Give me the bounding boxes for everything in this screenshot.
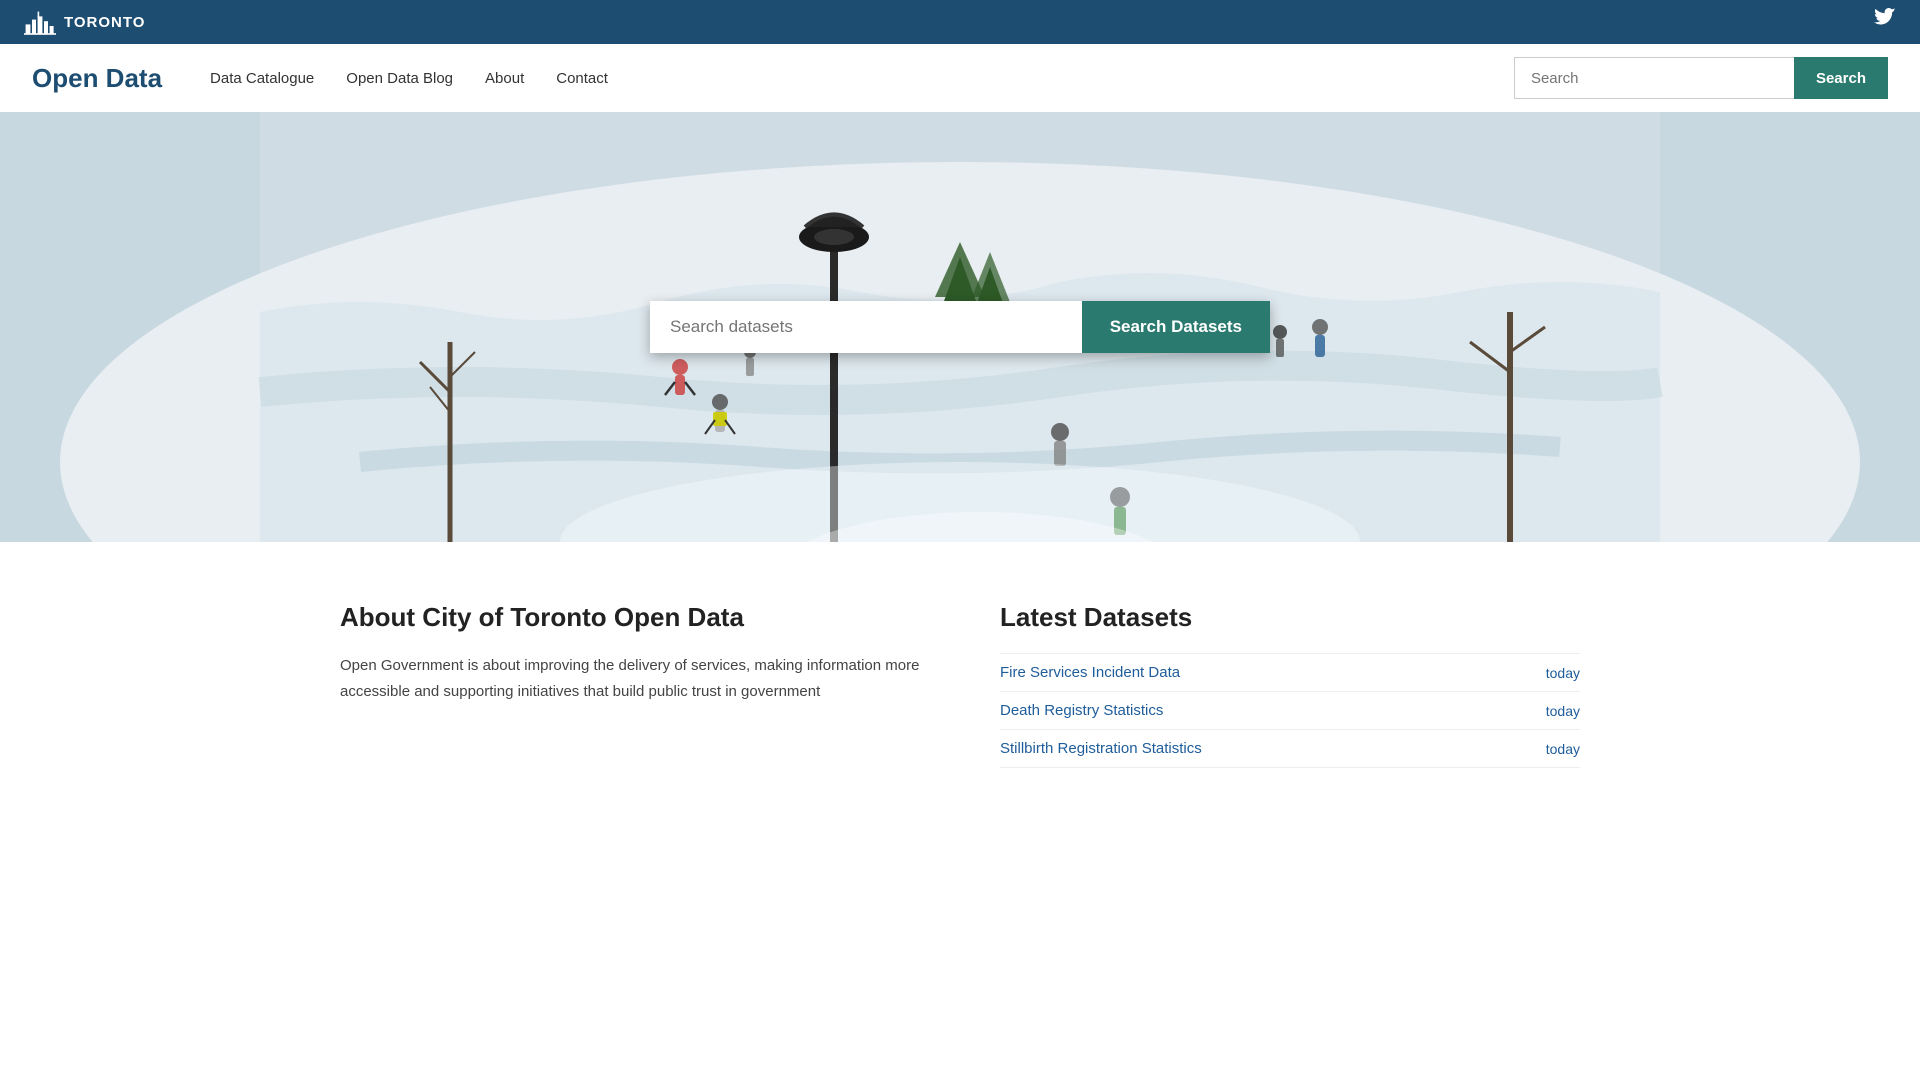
dataset-item: Stillbirth Registration Statistics today bbox=[1000, 730, 1580, 768]
dataset-link-death[interactable]: Death Registry Statistics bbox=[1000, 702, 1163, 719]
about-section: About City of Toronto Open Data Open Gov… bbox=[340, 602, 920, 768]
nav-about[interactable]: About bbox=[485, 70, 524, 87]
twitter-icon[interactable] bbox=[1874, 8, 1896, 36]
dataset-item: Fire Services Incident Data today bbox=[1000, 653, 1580, 692]
dataset-link-stillbirth[interactable]: Stillbirth Registration Statistics bbox=[1000, 740, 1202, 757]
nav-open-data-blog[interactable]: Open Data Blog bbox=[346, 70, 453, 87]
nav-data-catalogue[interactable]: Data Catalogue bbox=[210, 70, 314, 87]
nav-contact[interactable]: Contact bbox=[556, 70, 608, 87]
hero-search-input[interactable] bbox=[650, 301, 1082, 353]
toronto-city-icon bbox=[24, 8, 56, 36]
hero-section: Search Datasets bbox=[0, 112, 1920, 542]
dataset-date-stillbirth: today bbox=[1546, 741, 1580, 757]
logo-text: TORONTO bbox=[64, 14, 145, 31]
nav-search-area: Search bbox=[1514, 57, 1888, 99]
dataset-link-fire[interactable]: Fire Services Incident Data bbox=[1000, 664, 1180, 681]
dataset-item: Death Registry Statistics today bbox=[1000, 692, 1580, 730]
hero-search-bar: Search Datasets bbox=[650, 301, 1270, 353]
datasets-section: Latest Datasets Fire Services Incident D… bbox=[1000, 602, 1580, 768]
dataset-list: Fire Services Incident Data today Death … bbox=[1000, 653, 1580, 768]
nav-search-button[interactable]: Search bbox=[1794, 57, 1888, 99]
toronto-logo: TORONTO bbox=[24, 8, 145, 36]
top-bar: TORONTO bbox=[0, 0, 1920, 44]
dataset-date-fire: today bbox=[1546, 665, 1580, 681]
nav-links: Data Catalogue Open Data Blog About Cont… bbox=[210, 70, 1514, 87]
nav-bar: Open Data Data Catalogue Open Data Blog … bbox=[0, 44, 1920, 112]
content-section: About City of Toronto Open Data Open Gov… bbox=[260, 542, 1660, 828]
about-body: Open Government is about improving the d… bbox=[340, 653, 920, 704]
about-heading: About City of Toronto Open Data bbox=[340, 602, 920, 633]
dataset-date-death: today bbox=[1546, 703, 1580, 719]
site-title: Open Data bbox=[32, 63, 162, 94]
hero-search-button[interactable]: Search Datasets bbox=[1082, 301, 1270, 353]
datasets-heading: Latest Datasets bbox=[1000, 602, 1580, 633]
nav-search-input[interactable] bbox=[1514, 57, 1794, 99]
